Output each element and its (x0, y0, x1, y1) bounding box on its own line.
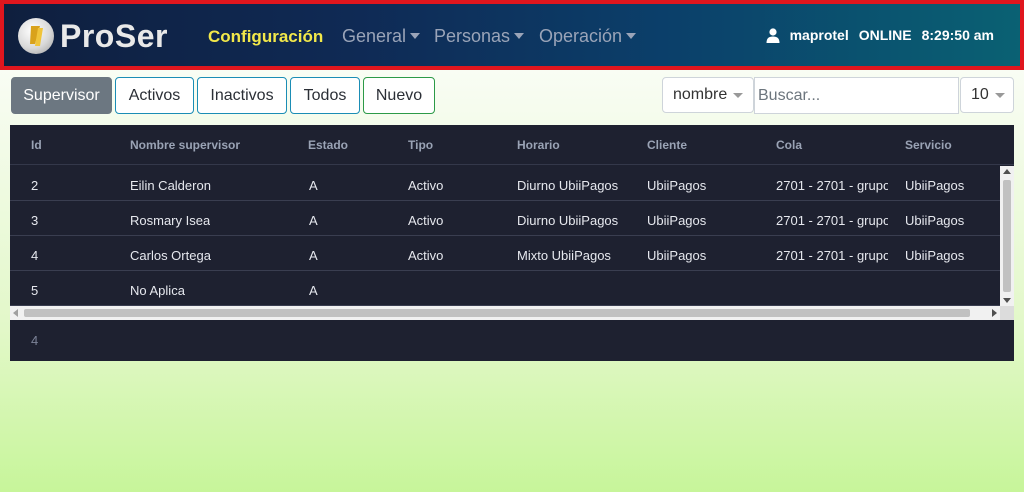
chevron-down-icon (733, 92, 744, 98)
column-header-nombre[interactable]: Nombre supervisor (130, 138, 240, 152)
search-input[interactable] (754, 77, 959, 114)
top-navbar: ProSer Configuración General Personas Op… (0, 0, 1024, 70)
cell-id: 3 (31, 213, 39, 228)
cell-horario: Mixto UbiiPagos (517, 248, 611, 263)
supervisors-table: Id Nombre supervisor Estado Tipo Horario… (10, 125, 1014, 361)
cell-estado: A (309, 283, 318, 298)
cell-nombre: Eilin Calderon (130, 178, 211, 193)
page-size-value: 10 (971, 86, 989, 103)
activos-filter-button[interactable]: Activos (115, 77, 194, 114)
column-header-servicio[interactable]: Servicio (905, 138, 952, 152)
horizontal-scrollbar[interactable] (10, 306, 1000, 320)
username[interactable]: maprotel (790, 27, 849, 43)
supervisor-button[interactable]: Supervisor (11, 77, 112, 114)
horizontal-scroll-thumb[interactable] (24, 309, 970, 317)
cell-id: 4 (31, 248, 39, 263)
nav-configuracion[interactable]: Configuración (208, 27, 323, 47)
column-header-cliente[interactable]: Cliente (647, 138, 687, 152)
scroll-down-icon[interactable] (1003, 298, 1011, 303)
table-row[interactable]: 4 Carlos Ortega A Activo Mixto UbiiPagos… (10, 236, 1000, 271)
nav-operacion[interactable]: Operación (539, 26, 637, 47)
chevron-down-icon (994, 92, 1005, 98)
cell-servicio: UbiiPagos (905, 178, 965, 193)
column-header-estado[interactable]: Estado (308, 138, 348, 152)
table-row[interactable]: 5 No Aplica A (10, 271, 1000, 306)
todos-filter-button[interactable]: Todos (290, 77, 360, 114)
app-logo[interactable]: ProSer (18, 14, 168, 58)
nav-personas-label: Personas (434, 26, 511, 46)
cell-horario: Diurno UbiiPagos (517, 178, 619, 193)
cell-tipo: Activo (408, 178, 444, 193)
scroll-left-icon[interactable] (13, 309, 18, 317)
column-header-cola[interactable]: Cola (776, 138, 802, 152)
logo-text: ProSer (60, 17, 168, 54)
cell-servicio: UbiiPagos (905, 248, 965, 263)
cell-estado: A (309, 213, 318, 228)
cell-tipo: Activo (408, 213, 444, 228)
cell-cliente: UbiiPagos (647, 178, 707, 193)
column-header-id[interactable]: Id (31, 138, 42, 152)
table-body: 2 Eilin Calderon A Activo Diurno UbiiPag… (10, 166, 1000, 306)
nav-personas[interactable]: Personas (434, 26, 525, 47)
cell-nombre: Carlos Ortega (130, 248, 211, 263)
vertical-scrollbar[interactable] (1000, 166, 1014, 306)
scroll-corner (1000, 306, 1014, 320)
nav-operacion-label: Operación (539, 26, 623, 46)
cell-estado: A (309, 178, 318, 193)
page-size-select[interactable]: 10 (960, 77, 1014, 113)
proser-logo-icon (18, 18, 54, 54)
table-header: Id Nombre supervisor Estado Tipo Horario… (10, 125, 1014, 165)
vertical-scroll-thumb[interactable] (1003, 180, 1011, 292)
user-area: maprotel ONLINE 8:29:50 am (766, 27, 994, 43)
table-row[interactable]: 2 Eilin Calderon A Activo Diurno UbiiPag… (10, 166, 1000, 201)
cell-estado: A (309, 248, 318, 263)
filter-field-value: nombre (673, 86, 728, 103)
table-row[interactable]: 3 Rosmary Isea A Activo Diurno UbiiPagos… (10, 201, 1000, 236)
nav-configuracion-label: Configuración (208, 27, 324, 46)
clock-time: 8:29:50 am (921, 27, 994, 43)
inactivos-filter-button[interactable]: Inactivos (197, 77, 287, 114)
cell-tipo: Activo (408, 248, 444, 263)
cell-cola: 2701 - 2701 - grupo (776, 213, 888, 228)
column-header-horario[interactable]: Horario (517, 138, 560, 152)
online-status: ONLINE (858, 27, 912, 43)
cell-cliente: UbiiPagos (647, 248, 707, 263)
cell-nombre: No Aplica (130, 283, 185, 298)
nav-general[interactable]: General (342, 26, 421, 47)
total-count: 4 (31, 333, 39, 348)
chevron-down-icon (626, 33, 637, 39)
cell-servicio: UbiiPagos (905, 213, 965, 228)
cell-cliente: UbiiPagos (647, 213, 707, 228)
nav-general-label: General (342, 26, 407, 46)
chevron-down-icon (514, 33, 525, 39)
column-header-tipo[interactable]: Tipo (408, 138, 433, 152)
filter-field-select[interactable]: nombre (662, 77, 754, 113)
cell-id: 5 (31, 283, 39, 298)
cell-nombre: Rosmary Isea (130, 213, 211, 228)
scroll-right-icon[interactable] (992, 309, 997, 317)
cell-id: 2 (31, 178, 39, 193)
user-icon[interactable] (766, 27, 780, 43)
cell-cola: 2701 - 2701 - grupo (776, 178, 888, 193)
chevron-down-icon (410, 33, 421, 39)
scroll-up-icon[interactable] (1003, 169, 1011, 174)
cell-horario: Diurno UbiiPagos (517, 213, 619, 228)
nuevo-button[interactable]: Nuevo (363, 77, 435, 114)
cell-cola: 2701 - 2701 - grupo (776, 248, 888, 263)
